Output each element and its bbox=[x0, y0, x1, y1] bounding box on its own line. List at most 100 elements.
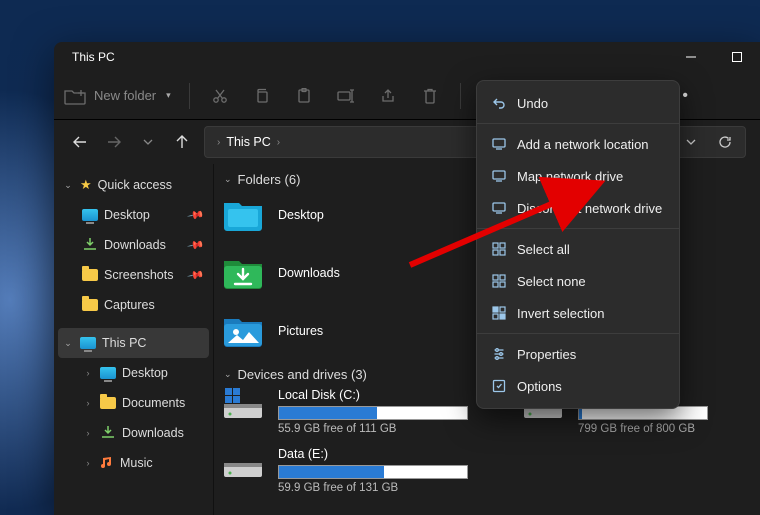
more-menu: Undo Add a network location Map network … bbox=[476, 80, 680, 409]
title-bar: This PC bbox=[54, 42, 760, 72]
folder-pictures[interactable]: Pictures bbox=[222, 309, 475, 353]
delete-button[interactable] bbox=[412, 80, 448, 112]
paste-button[interactable] bbox=[286, 80, 322, 112]
breadcrumb-this-pc[interactable]: This PC bbox=[226, 135, 270, 149]
sidebar-item-pc-documents[interactable]: › Documents bbox=[54, 388, 213, 418]
sidebar-item-screenshots[interactable]: Screenshots 📌 bbox=[54, 260, 213, 290]
drive-free-text: 55.9 GB free of 111 GB bbox=[278, 423, 502, 435]
chevron-right-icon: › bbox=[277, 137, 280, 148]
expand-icon: › bbox=[82, 458, 94, 468]
music-icon bbox=[100, 455, 114, 472]
menu-item-invert-selection[interactable]: Invert selection bbox=[477, 297, 679, 329]
select-all-icon bbox=[491, 241, 507, 257]
monitor-icon bbox=[491, 136, 507, 152]
sidebar-item-pc-music[interactable]: › Music bbox=[54, 448, 213, 478]
downloads-icon bbox=[100, 425, 116, 442]
up-button[interactable] bbox=[170, 130, 194, 154]
drive-free-text: 59.9 GB free of 131 GB bbox=[278, 482, 502, 494]
expand-icon: › bbox=[82, 398, 94, 408]
new-folder-button[interactable]: New folder ▾ bbox=[62, 80, 177, 112]
folder-desktop[interactable]: Desktop bbox=[222, 193, 475, 237]
address-dropdown-button[interactable] bbox=[677, 128, 705, 156]
window-title: This PC bbox=[72, 50, 115, 64]
this-pc-icon bbox=[80, 337, 96, 349]
sidebar-label: Documents bbox=[122, 396, 185, 410]
rename-button[interactable] bbox=[328, 80, 364, 112]
collapse-icon: ⌄ bbox=[62, 180, 74, 191]
menu-item-options[interactable]: Options bbox=[477, 370, 679, 402]
monitor-icon bbox=[491, 168, 507, 184]
pin-icon: 📌 bbox=[187, 266, 206, 285]
refresh-button[interactable] bbox=[711, 128, 739, 156]
menu-item-map-network-drive[interactable]: Map network drive bbox=[477, 160, 679, 192]
menu-label: Select all bbox=[517, 242, 570, 257]
sidebar-item-downloads[interactable]: Downloads 📌 bbox=[54, 230, 213, 260]
menu-label: Add a network location bbox=[517, 137, 649, 152]
collapse-icon: ⌄ bbox=[224, 174, 232, 185]
maximize-button[interactable] bbox=[714, 42, 760, 72]
downloads-icon bbox=[82, 237, 98, 254]
drive-local-c[interactable]: Local Disk (C:) 55.9 GB free of 111 GB bbox=[222, 388, 502, 435]
pin-icon: 📌 bbox=[187, 236, 206, 255]
desktop-icon bbox=[82, 209, 98, 221]
undo-icon bbox=[491, 95, 507, 111]
folder-downloads[interactable]: Downloads bbox=[222, 251, 475, 295]
drive-label: Data (E:) bbox=[278, 447, 502, 461]
minimize-button[interactable] bbox=[668, 42, 714, 72]
folder-label: Desktop bbox=[278, 208, 324, 222]
sidebar-item-captures[interactable]: Captures bbox=[54, 290, 213, 320]
drive-label: Local Disk (C:) bbox=[278, 388, 502, 402]
share-button[interactable] bbox=[370, 80, 406, 112]
menu-item-select-all[interactable]: Select all bbox=[477, 233, 679, 265]
menu-label: Properties bbox=[517, 347, 576, 362]
pictures-icon bbox=[222, 310, 264, 352]
drive-free-text: 799 GB free of 800 GB bbox=[578, 423, 708, 435]
sidebar-label: Quick access bbox=[98, 178, 172, 192]
drive-icon bbox=[222, 388, 264, 422]
divider bbox=[189, 83, 190, 109]
sidebar-item-pc-downloads[interactable]: › Downloads bbox=[54, 418, 213, 448]
menu-label: Options bbox=[517, 379, 562, 394]
monitor-icon bbox=[491, 200, 507, 216]
menu-item-undo[interactable]: Undo bbox=[477, 87, 679, 119]
new-folder-label: New folder bbox=[94, 88, 156, 103]
menu-label: Invert selection bbox=[517, 306, 604, 321]
copy-button[interactable] bbox=[244, 80, 280, 112]
desktop-icon bbox=[100, 367, 116, 379]
cut-button[interactable] bbox=[202, 80, 238, 112]
forward-button[interactable] bbox=[102, 130, 126, 154]
recent-locations-button[interactable] bbox=[136, 130, 160, 154]
star-icon: ★ bbox=[80, 177, 92, 193]
usage-bar bbox=[278, 465, 468, 479]
sidebar-item-quick-access[interactable]: ⌄ ★ Quick access bbox=[54, 170, 213, 200]
pin-icon: 📌 bbox=[187, 206, 206, 225]
menu-item-properties[interactable]: Properties bbox=[477, 338, 679, 370]
collapse-icon: ⌄ bbox=[224, 369, 232, 380]
back-button[interactable] bbox=[68, 130, 92, 154]
sidebar-item-pc-desktop[interactable]: › Desktop bbox=[54, 358, 213, 388]
folder-label: Pictures bbox=[278, 324, 323, 338]
menu-label: Disconnect network drive bbox=[517, 201, 662, 216]
folders-header-label: Folders (6) bbox=[238, 172, 301, 187]
menu-item-select-none[interactable]: Select none bbox=[477, 265, 679, 297]
expand-icon: › bbox=[82, 368, 94, 378]
drive-data-e[interactable]: Data (E:) 59.9 GB free of 131 GB bbox=[222, 447, 502, 494]
sidebar-label: Desktop bbox=[104, 208, 150, 222]
invert-selection-icon bbox=[491, 305, 507, 321]
menu-separator bbox=[477, 123, 679, 124]
sidebar-item-this-pc[interactable]: ⌄ This PC bbox=[58, 328, 209, 358]
select-none-icon bbox=[491, 273, 507, 289]
divider bbox=[460, 83, 461, 109]
menu-item-add-network-location[interactable]: Add a network location bbox=[477, 128, 679, 160]
desktop-icon bbox=[222, 194, 264, 236]
menu-label: Undo bbox=[517, 96, 548, 111]
options-icon bbox=[491, 378, 507, 394]
menu-item-disconnect-network-drive[interactable]: Disconnect network drive bbox=[477, 192, 679, 224]
sidebar-item-desktop[interactable]: Desktop 📌 bbox=[54, 200, 213, 230]
sidebar-label: Screenshots bbox=[104, 268, 173, 282]
menu-separator bbox=[477, 228, 679, 229]
properties-icon bbox=[491, 346, 507, 362]
menu-label: Select none bbox=[517, 274, 586, 289]
sidebar-label: Downloads bbox=[104, 238, 166, 252]
sidebar-label: This PC bbox=[102, 336, 146, 350]
